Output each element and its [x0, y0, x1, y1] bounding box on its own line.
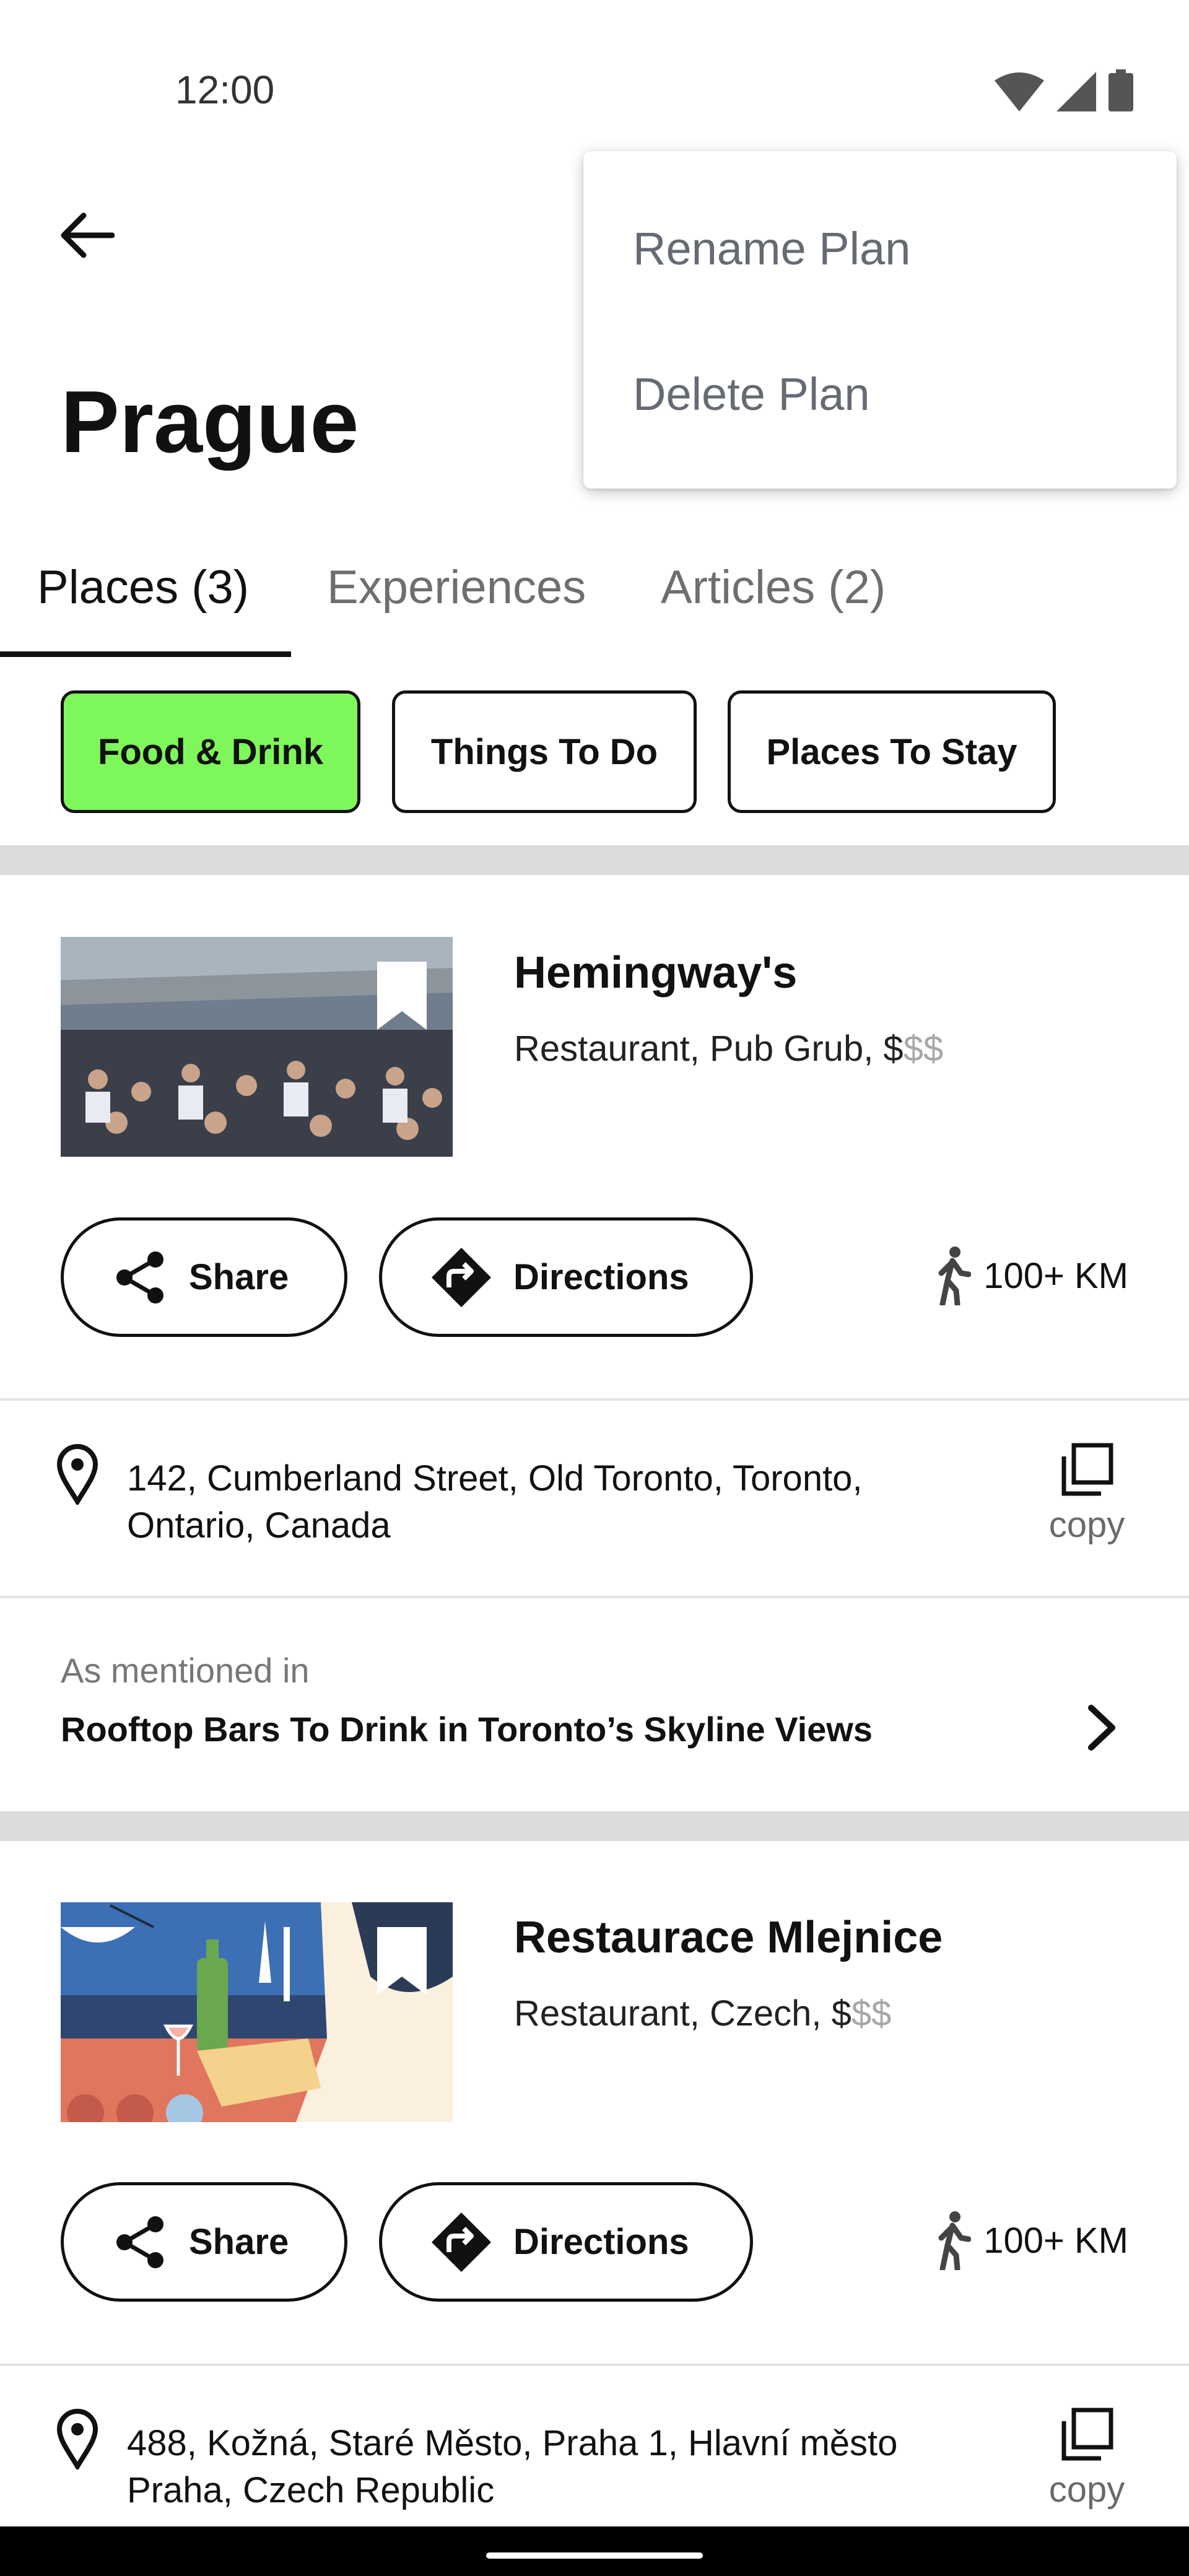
distance-info: 100+ KM — [934, 2211, 1128, 2270]
share-button[interactable]: Share — [61, 2182, 347, 2302]
article-mention[interactable]: As mentioned in Rooftop Bars To Drink in… — [0, 1601, 1189, 1786]
overflow-menu: Rename Plan Delete Plan — [583, 151, 1177, 489]
chip-things-to-do[interactable]: Things To Do — [392, 690, 697, 813]
copy-label: copy — [1048, 2469, 1125, 2510]
directions-label: Directions — [513, 2222, 689, 2262]
chevron-right-icon[interactable] — [1084, 1703, 1121, 1752]
tab-experiences[interactable]: Experiences — [327, 560, 586, 614]
tab-articles[interactable]: Articles (2) — [661, 560, 886, 614]
place-meta: Restaurant, Czech, $$$ — [514, 1993, 891, 2034]
active-tab-indicator — [0, 651, 291, 657]
address-text: 488, Kožná, Staré Město, Praha 1, Hlavní… — [127, 2423, 898, 2510]
place-category: Restaurant, Pub Grub, $ — [514, 1029, 904, 1069]
place-name[interactable]: Restaurace Mlejnice — [514, 1912, 943, 1963]
section-divider — [0, 845, 1189, 875]
location-pin-icon — [56, 2409, 98, 2469]
battery-icon — [1108, 69, 1133, 111]
distance-label: 100+ KM — [983, 2220, 1128, 2261]
row-divider — [0, 1596, 1189, 1598]
share-button[interactable]: Share — [61, 1217, 347, 1337]
distance-info: 100+ KM — [934, 1246, 1128, 1305]
home-gesture-handle[interactable] — [486, 2552, 703, 2559]
copy-icon — [1061, 2408, 1113, 2461]
location-pin-icon — [56, 1444, 98, 1505]
bookmark-icon[interactable] — [377, 1927, 427, 1995]
status-bar: 12:00 — [0, 0, 1189, 124]
directions-label: Directions — [513, 1257, 689, 1297]
row-divider — [0, 1398, 1189, 1401]
delete-plan-menu-item[interactable]: Delete Plan — [633, 368, 870, 420]
distance-label: 100+ KM — [983, 1255, 1128, 1296]
place-category: Restaurant, Czech, $ — [514, 1993, 851, 2034]
address-row: 142, Cumberland Street, Old Toronto, Tor… — [0, 1430, 1189, 1616]
place-image[interactable] — [61, 1902, 453, 2122]
share-icon — [116, 1251, 163, 1303]
copy-label: copy — [1048, 1505, 1125, 1545]
directions-button[interactable]: Directions — [379, 1217, 753, 1337]
page-title: Prague — [61, 373, 359, 471]
copy-button[interactable]: copy — [1040, 1442, 1133, 1546]
share-icon — [116, 2216, 163, 2268]
wifi-icon — [995, 72, 1044, 111]
cell-signal-icon — [1056, 72, 1096, 111]
system-navigation-bar — [0, 2526, 1189, 2576]
rename-plan-menu-item[interactable]: Rename Plan — [633, 222, 910, 275]
tab-bar: Places (3) Experiences Articles (2) — [0, 545, 1189, 656]
status-time: 12:00 — [175, 67, 275, 112]
filter-chips: Food & Drink Things To Do Places To Stay — [0, 690, 1189, 814]
back-button[interactable] — [50, 198, 124, 272]
walking-icon — [938, 1247, 972, 1305]
status-icons — [995, 69, 1133, 111]
share-label: Share — [189, 1257, 289, 1297]
arrow-back-icon — [61, 212, 115, 258]
tab-places[interactable]: Places (3) — [37, 560, 249, 614]
price-dim: $$ — [903, 1029, 944, 1069]
directions-button[interactable]: Directions — [379, 2182, 753, 2302]
walking-icon — [938, 2211, 972, 2270]
place-meta: Restaurant, Pub Grub, $$$ — [514, 1028, 943, 1069]
share-label: Share — [189, 2222, 289, 2262]
chip-places-to-stay[interactable]: Places To Stay — [728, 690, 1056, 813]
section-divider — [0, 1811, 1189, 1841]
price-dim: $$ — [851, 1993, 892, 2034]
place-image[interactable] — [61, 937, 453, 1157]
mention-article-title[interactable]: Rooftop Bars To Drink in Toronto’s Skyli… — [61, 1709, 873, 1749]
address-text: 142, Cumberland Street, Old Toronto, Tor… — [127, 1458, 863, 1546]
mention-prefix: As mentioned in — [61, 1651, 310, 1690]
directions-icon — [432, 1247, 491, 1307]
copy-icon — [1061, 1443, 1113, 1496]
directions-icon — [432, 2212, 491, 2272]
bookmark-icon[interactable] — [377, 962, 427, 1030]
chip-food-drink[interactable]: Food & Drink — [61, 690, 360, 813]
place-name[interactable]: Hemingway's — [514, 947, 797, 998]
copy-button[interactable]: copy — [1040, 2406, 1133, 2510]
row-divider — [0, 2364, 1189, 2366]
